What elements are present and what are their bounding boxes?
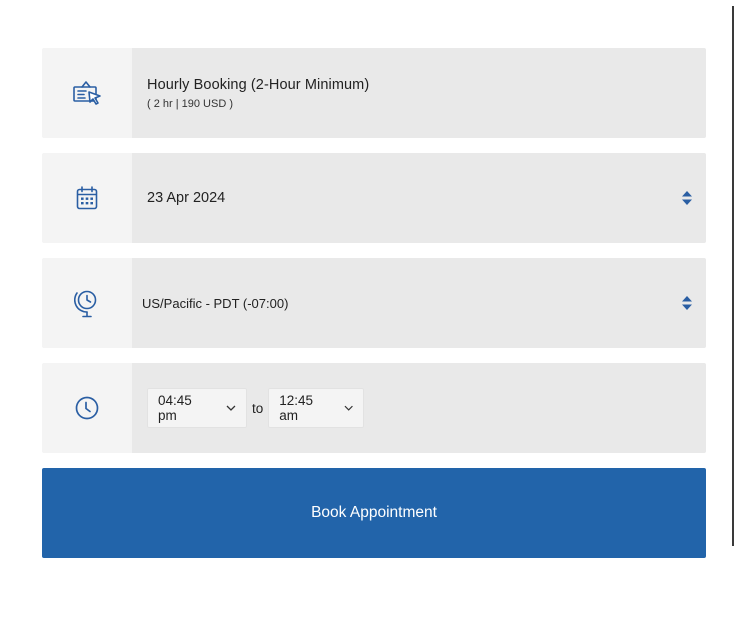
service-icon-cell [42, 48, 132, 138]
date-icon-cell [42, 153, 132, 243]
timezone-value: US/Pacific - PDT (-07:00) [142, 295, 289, 311]
sort-arrows-icon [682, 191, 692, 205]
service-row[interactable]: Hourly Booking (2-Hour Minimum) ( 2 hr |… [42, 48, 706, 138]
booking-sign-icon [73, 81, 101, 105]
scrollbar-edge[interactable] [732, 6, 734, 546]
time-field: 04:45 pm to 12:45 am [132, 363, 706, 453]
end-time-select[interactable]: 12:45 am [268, 388, 365, 428]
globe-clock-icon [74, 290, 97, 318]
service-text: Hourly Booking (2-Hour Minimum) ( 2 hr |… [132, 77, 369, 110]
chevron-down-icon [344, 405, 353, 411]
start-time-select[interactable]: 04:45 pm [147, 388, 247, 428]
time-separator: to [252, 400, 264, 416]
time-range: 04:45 pm to 12:45 am [132, 388, 365, 428]
calendar-icon [76, 186, 98, 210]
time-icon-cell [42, 363, 132, 453]
service-subtitle: ( 2 hr | 190 USD ) [147, 97, 233, 110]
end-time-value: 12:45 am [279, 393, 314, 423]
service-field: Hourly Booking (2-Hour Minimum) ( 2 hr |… [132, 48, 706, 138]
date-value: 23 Apr 2024 [147, 190, 226, 206]
date-row[interactable]: 23 Apr 2024 [42, 153, 706, 243]
date-select[interactable]: 23 Apr 2024 [132, 153, 706, 243]
book-appointment-button[interactable]: Book Appointment [42, 468, 706, 558]
chevron-down-icon [226, 405, 236, 411]
start-time-value: 04:45 pm [158, 393, 192, 423]
timezone-icon-cell [42, 258, 132, 348]
time-row: 04:45 pm to 12:45 am [42, 363, 706, 453]
service-title: Hourly Booking (2-Hour Minimum) [147, 76, 370, 93]
timezone-row[interactable]: US/Pacific - PDT (-07:00) [42, 258, 706, 348]
sort-arrows-icon [682, 296, 692, 310]
timezone-select[interactable]: US/Pacific - PDT (-07:00) [132, 258, 706, 348]
clock-icon [75, 396, 99, 420]
